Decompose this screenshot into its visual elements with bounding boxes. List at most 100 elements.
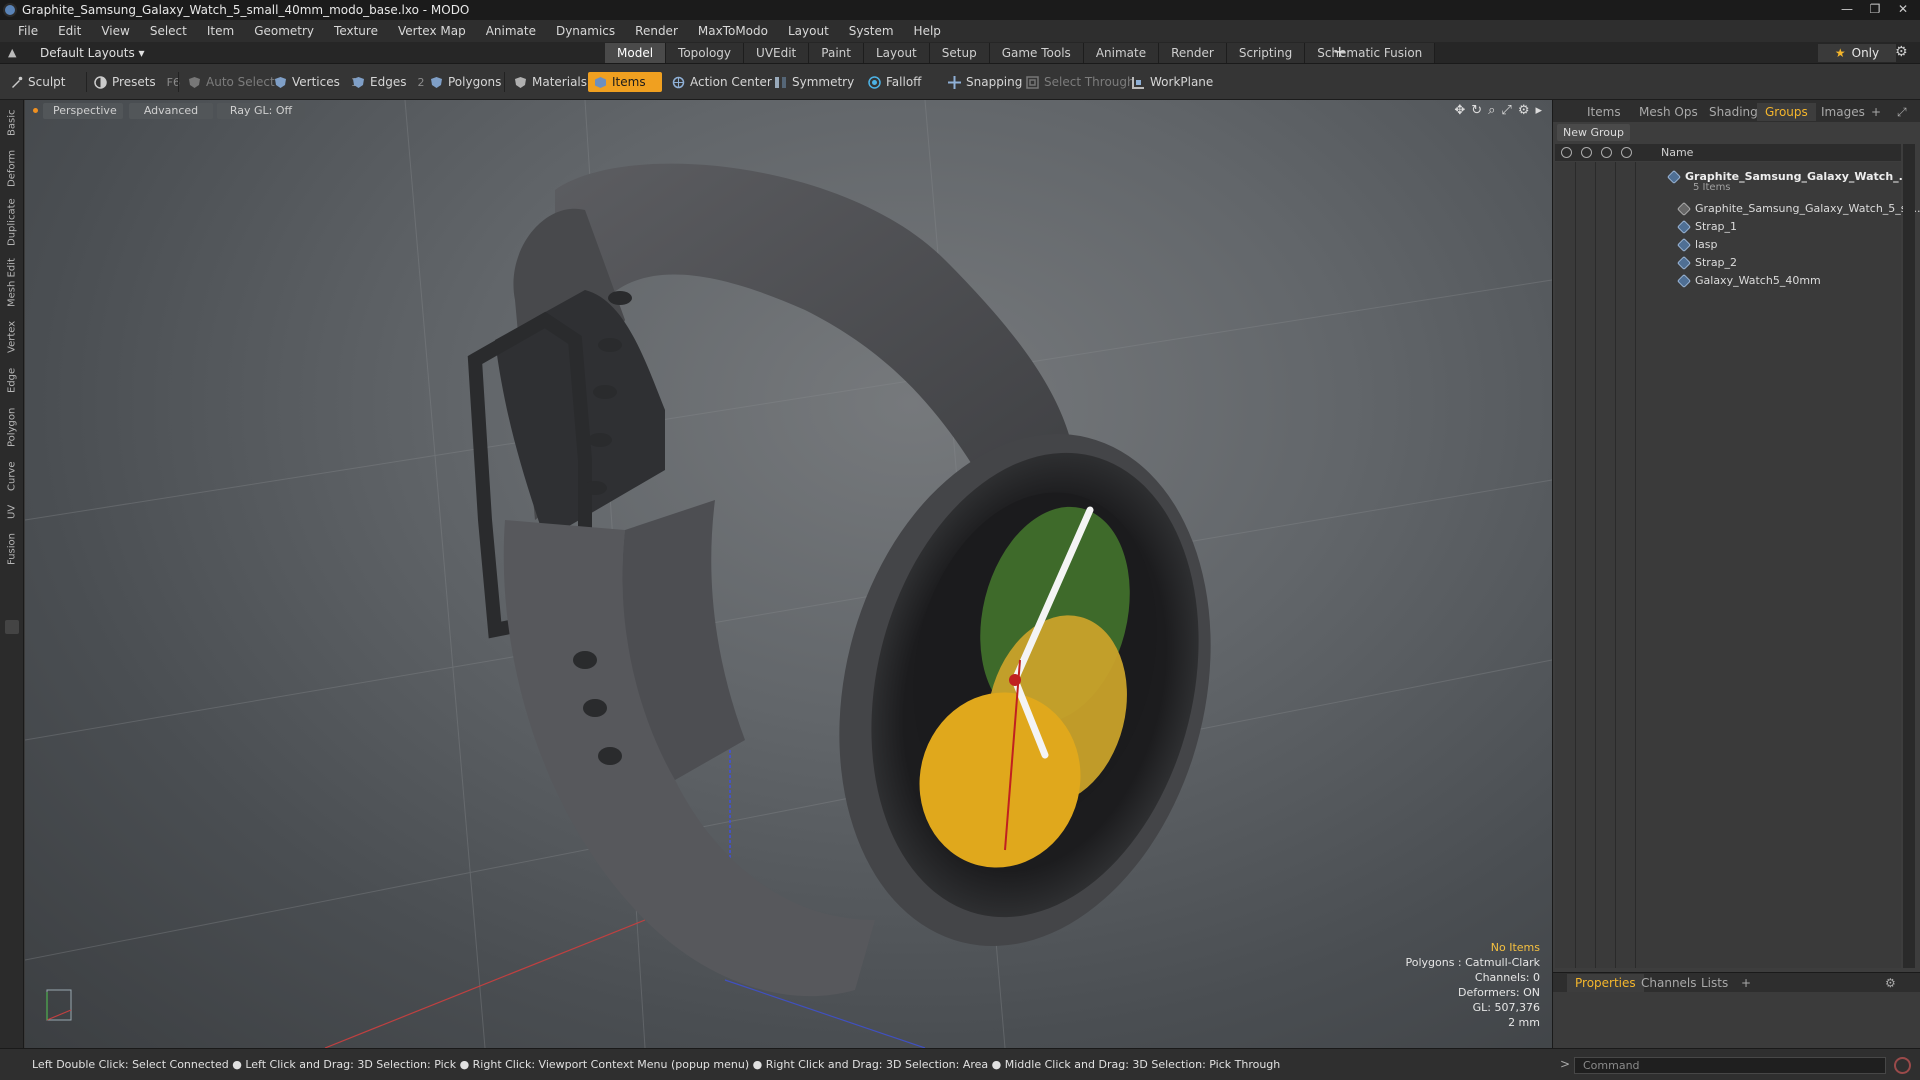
groups-scrollbar[interactable] bbox=[1903, 144, 1915, 968]
tree-row[interactable]: Graphite_Samsung_Galaxy_Watch_5_s ... bbox=[1555, 200, 1920, 218]
command-input[interactable] bbox=[1574, 1057, 1886, 1074]
visibility-column-icon[interactable] bbox=[1561, 147, 1572, 158]
polygons-button[interactable]: Polygons bbox=[424, 72, 507, 92]
viewport-scene bbox=[25, 100, 1552, 1048]
viewport-settings-icon[interactable]: ⚙ bbox=[1518, 103, 1530, 118]
zoom-view-icon[interactable]: ⌕ bbox=[1488, 103, 1495, 118]
mode-tab-render[interactable]: Render bbox=[1159, 43, 1227, 63]
menu-help[interactable]: Help bbox=[904, 24, 951, 38]
record-macro-icon[interactable] bbox=[1894, 1057, 1911, 1074]
workplane-button[interactable]: WorkPlane bbox=[1126, 72, 1219, 92]
mode-tab-topology[interactable]: Topology bbox=[666, 43, 745, 63]
lock-column-icon[interactable] bbox=[1601, 147, 1612, 158]
add-mode-tab-button[interactable]: + bbox=[1333, 43, 1346, 61]
tab-vertex[interactable]: Vertex bbox=[4, 316, 20, 358]
menu-item[interactable]: Item bbox=[197, 24, 244, 38]
shading-button[interactable]: Advanced bbox=[129, 103, 213, 119]
gear-icon[interactable]: ⚙ bbox=[1895, 44, 1908, 60]
materials-icon bbox=[515, 76, 526, 88]
mode-tab-game-tools[interactable]: Game Tools bbox=[989, 43, 1084, 63]
only-button[interactable]: ★ Only bbox=[1818, 44, 1896, 62]
close-button[interactable]: ✕ bbox=[1890, 1, 1916, 17]
mode-tab-setup[interactable]: Setup bbox=[929, 43, 990, 63]
mode-tab-schematic-fusion[interactable]: Schematic Fusion bbox=[1305, 43, 1436, 63]
tab-items[interactable]: Items bbox=[1579, 103, 1629, 121]
tool-bar: Sculpt Presets F6 Auto Select Vertices 1… bbox=[0, 64, 1920, 100]
mode-tab-uvedit[interactable]: UVEdit bbox=[744, 43, 810, 63]
menu-edit[interactable]: Edit bbox=[48, 24, 91, 38]
mode-tab-scripting[interactable]: Scripting bbox=[1226, 43, 1306, 63]
items-button[interactable]: Items bbox=[588, 72, 662, 92]
menu-geometry[interactable]: Geometry bbox=[244, 24, 324, 38]
layout-dropdown[interactable]: Default Layouts ▾ bbox=[34, 44, 151, 62]
tree-row[interactable]: lasp bbox=[1555, 236, 1901, 254]
window-controls: — ❐ ✕ bbox=[1834, 1, 1916, 17]
expand-panel-icon[interactable]: ⤢ bbox=[1889, 103, 1915, 121]
new-group-button[interactable]: New Group bbox=[1557, 124, 1630, 141]
tab-groups[interactable]: Groups bbox=[1757, 103, 1816, 121]
mode-tab-paint[interactable]: Paint bbox=[809, 43, 864, 63]
materials-button[interactable]: Materials bbox=[508, 72, 593, 92]
raygl-button[interactable]: Ray GL: Off bbox=[217, 103, 305, 119]
tree-row-label: Graphite_Samsung_Galaxy_Watch_5_s ... bbox=[1695, 202, 1920, 215]
tab-basic[interactable]: Basic bbox=[4, 104, 20, 142]
menu-vertex-map[interactable]: Vertex Map bbox=[388, 24, 476, 38]
mode-tab-animate[interactable]: Animate bbox=[1083, 43, 1160, 63]
action-center-button[interactable]: Action Center bbox=[666, 72, 778, 92]
falloff-button[interactable]: Falloff bbox=[862, 72, 927, 92]
menu-layout[interactable]: Layout bbox=[778, 24, 839, 38]
tab-lists[interactable]: Lists bbox=[1693, 974, 1736, 992]
viewport-arrow-icon[interactable]: ▸ bbox=[1535, 103, 1542, 118]
mode-tab-layout[interactable]: Layout bbox=[863, 43, 930, 63]
edges-button[interactable]: Edges 2 bbox=[346, 72, 430, 92]
tab-mesh-edit[interactable]: Mesh Edit bbox=[4, 254, 20, 312]
menu-system[interactable]: System bbox=[839, 24, 904, 38]
add-panel-tab-button[interactable]: + bbox=[1863, 103, 1889, 121]
view-type-button[interactable]: Perspective bbox=[43, 103, 123, 119]
properties-settings-icon[interactable]: ⚙ bbox=[1877, 974, 1904, 992]
tab-polygon[interactable]: Polygon bbox=[4, 402, 20, 452]
add-properties-tab-button[interactable]: + bbox=[1733, 974, 1759, 992]
tab-uv[interactable]: UV bbox=[4, 500, 20, 524]
layout-toggle-icon[interactable]: ▲ bbox=[8, 46, 16, 59]
action-center-label: Action Center bbox=[690, 75, 772, 89]
rotate-view-icon[interactable]: ↻ bbox=[1471, 103, 1482, 118]
menu-maxtomodo[interactable]: MaxToModo bbox=[688, 24, 778, 38]
tab-curve[interactable]: Curve bbox=[4, 456, 20, 496]
command-history-caret[interactable]: > bbox=[1560, 1057, 1570, 1071]
panel-tabs: Items Mesh Ops Shading Groups Images + ⤢ bbox=[1553, 100, 1920, 122]
tab-mesh-ops[interactable]: Mesh Ops bbox=[1631, 103, 1706, 121]
presets-button[interactable]: Presets F6 bbox=[88, 72, 186, 92]
auto-select-button[interactable]: Auto Select bbox=[182, 72, 281, 92]
menu-file[interactable]: File bbox=[8, 24, 48, 38]
mode-tab-model[interactable]: Model bbox=[605, 43, 667, 63]
render-column-icon[interactable] bbox=[1581, 147, 1592, 158]
name-column-header[interactable]: Name bbox=[1661, 146, 1693, 159]
move-view-icon[interactable]: ✥ bbox=[1454, 103, 1465, 118]
3d-viewport[interactable]: Perspective Advanced Ray GL: Off ✥ ↻ ⌕ ⤢… bbox=[25, 100, 1552, 1048]
tree-row[interactable]: Strap_2 bbox=[1555, 254, 1901, 272]
menu-animate[interactable]: Animate bbox=[476, 24, 546, 38]
maximize-button[interactable]: ❐ bbox=[1862, 1, 1888, 17]
workplane-icon bbox=[1132, 76, 1144, 89]
tab-fusion[interactable]: Fusion bbox=[4, 528, 20, 570]
select-through-button[interactable]: Select Through bbox=[1020, 72, 1141, 92]
menu-texture[interactable]: Texture bbox=[324, 24, 388, 38]
maximize-view-icon[interactable]: ⤢ bbox=[1501, 103, 1511, 118]
menu-view[interactable]: View bbox=[91, 24, 139, 38]
tree-row[interactable]: Galaxy_Watch5_40mm bbox=[1555, 272, 1901, 290]
symmetry-button[interactable]: Symmetry bbox=[768, 72, 860, 92]
tab-edge[interactable]: Edge bbox=[4, 362, 20, 398]
menu-select[interactable]: Select bbox=[140, 24, 197, 38]
menu-dynamics[interactable]: Dynamics bbox=[546, 24, 625, 38]
tab-deform[interactable]: Deform bbox=[4, 146, 20, 190]
menu-render[interactable]: Render bbox=[625, 24, 688, 38]
minimize-button[interactable]: — bbox=[1834, 1, 1860, 17]
panel-toggle-button[interactable] bbox=[5, 620, 19, 634]
select-column-icon[interactable] bbox=[1621, 147, 1632, 158]
tab-duplicate[interactable]: Duplicate bbox=[4, 194, 20, 250]
tree-row[interactable]: Strap_1 bbox=[1555, 218, 1901, 236]
viewport-menu-dot[interactable] bbox=[33, 108, 38, 113]
snapping-button[interactable]: Snapping bbox=[942, 72, 1028, 92]
sculpt-button[interactable]: Sculpt bbox=[4, 72, 71, 92]
